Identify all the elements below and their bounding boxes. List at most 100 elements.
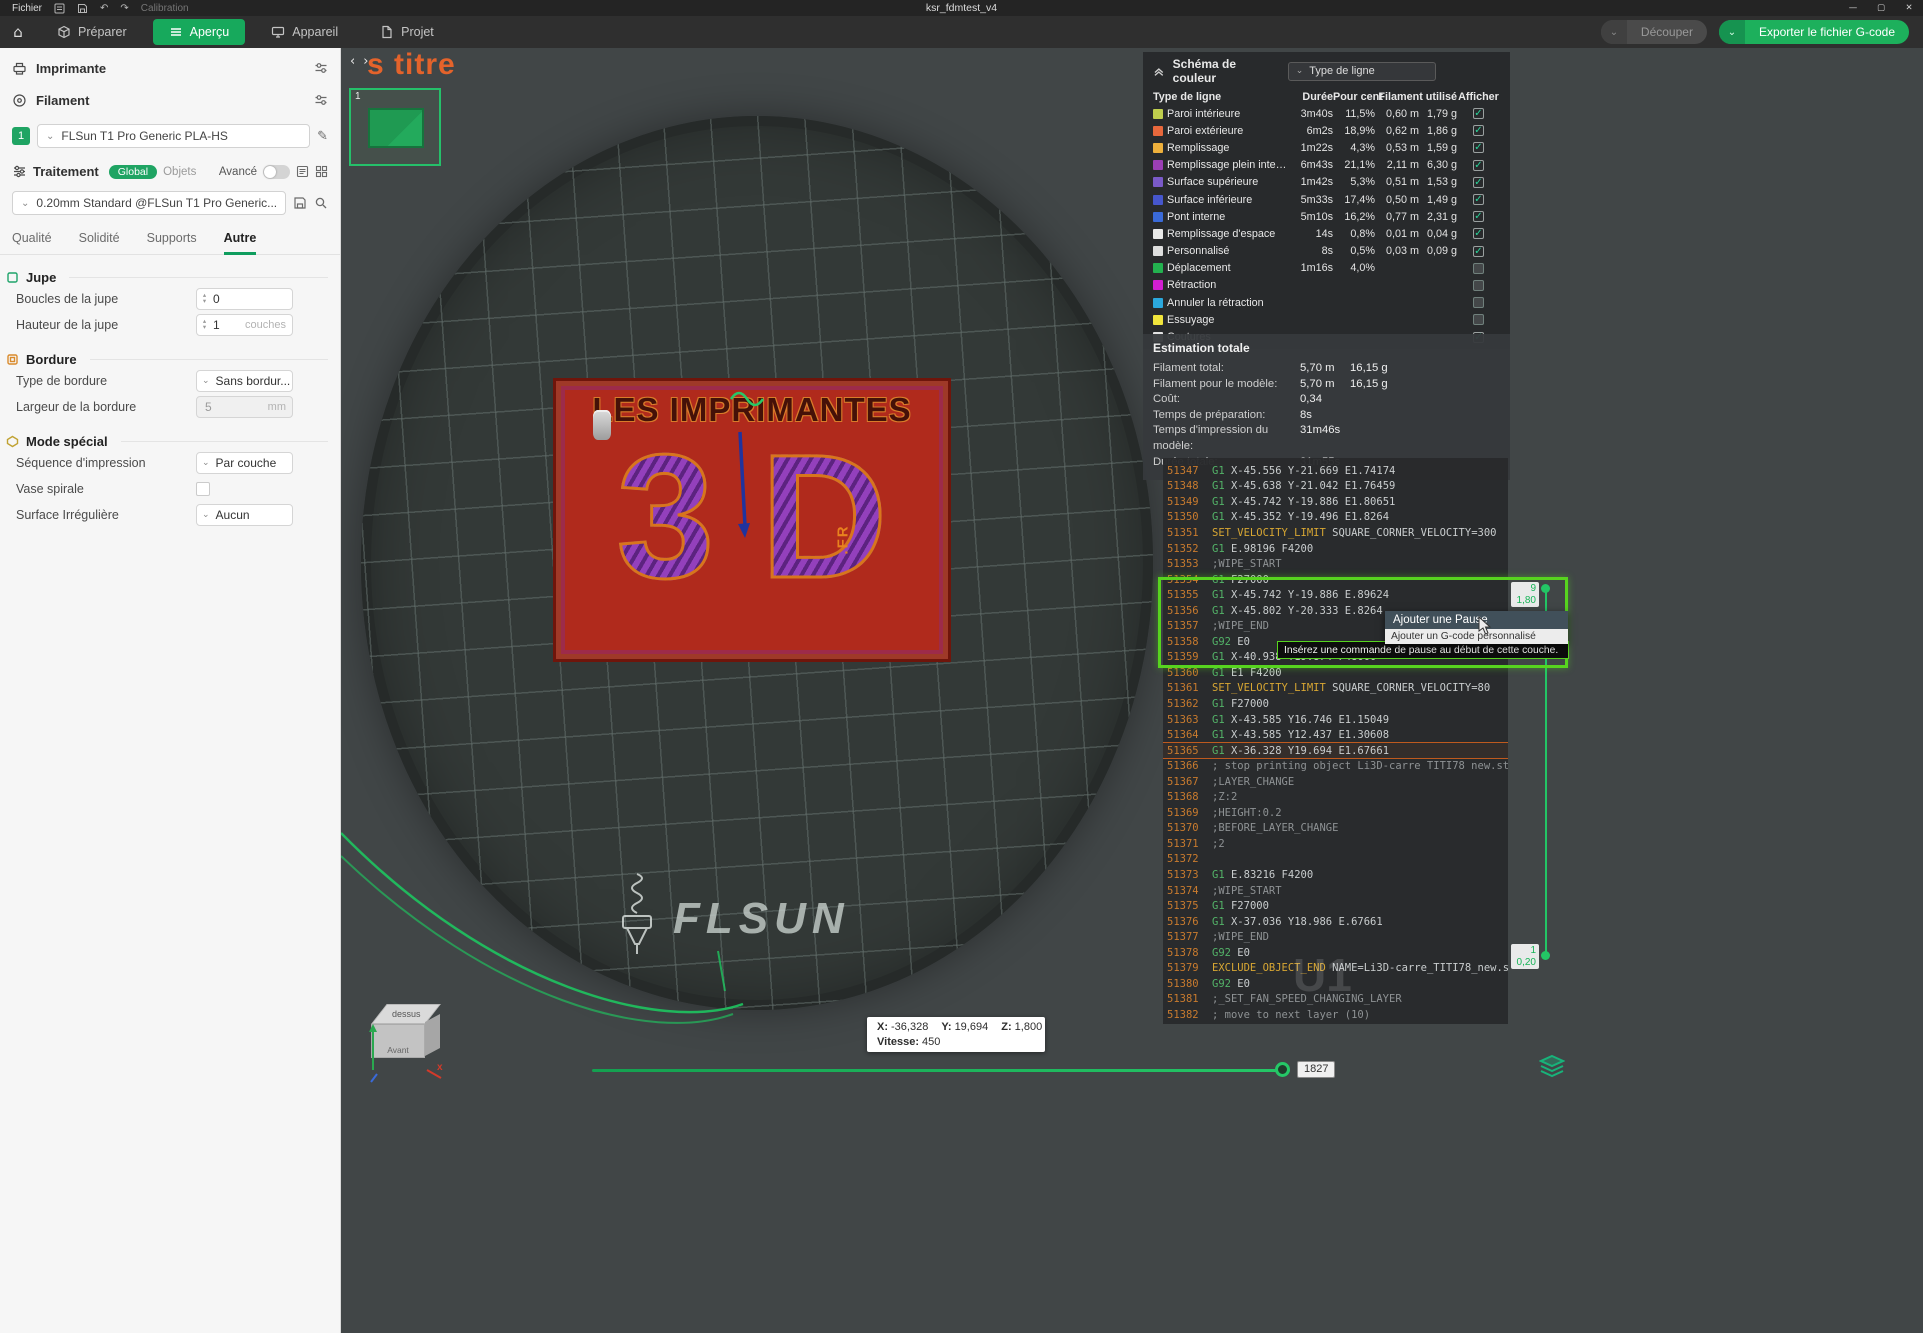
printed-object[interactable]: LES IMPRIMANTES 3 D .FR	[553, 378, 951, 662]
filament-preset-select[interactable]: ⌄ FLSun T1 Pro Generic PLA-HS	[37, 124, 311, 148]
tab-projet[interactable]: Projet	[364, 19, 450, 45]
tab-preparer[interactable]: Préparer	[41, 19, 143, 45]
process-list-icon[interactable]	[296, 165, 309, 178]
cube-front-face[interactable]: Avant	[371, 1024, 425, 1058]
visibility-checkbox[interactable]: ✓	[1473, 142, 1484, 154]
visibility-checkbox[interactable]: ✓	[1473, 108, 1484, 120]
view-list-icon[interactable]	[54, 3, 65, 14]
save-preset-icon[interactable]	[293, 196, 307, 210]
process-preset-row: ⌄ 0.20mm Standard @FLSun T1 Pro Generic.…	[0, 191, 340, 215]
gcode-line[interactable]: 51350 G1 X-45.352 Y-19.496 E1.8264	[1163, 510, 1508, 526]
move-slider-handle[interactable]	[1275, 1062, 1290, 1077]
view-type-dropdown[interactable]: ⌄ Type de ligne	[1287, 61, 1436, 81]
gcode-line[interactable]: 51365 G1 X-36.328 Y19.694 E1.67661	[1163, 741, 1508, 760]
gcode-line[interactable]: 51368 ;Z:2	[1163, 789, 1508, 805]
visibility-checkbox[interactable]: ✓	[1473, 245, 1484, 257]
print-sequence-select[interactable]: ⌄ Par couche	[196, 451, 293, 474]
gcode-line[interactable]: 51382; move to next layer (10)	[1163, 1007, 1508, 1023]
layer-slider-bottom-handle[interactable]	[1541, 951, 1550, 960]
search-preset-icon[interactable]	[314, 196, 328, 210]
device-monitor-icon	[272, 26, 285, 38]
subtab-autre[interactable]: Autre	[223, 231, 257, 255]
gcode-line[interactable]: 51361 SET_VELOCITY_LIMIT SQUARE_CORNER_VE…	[1163, 681, 1508, 697]
visibility-checkbox[interactable]: ✓	[1473, 159, 1484, 171]
slice-dropdown-icon[interactable]: ⌄	[1600, 20, 1627, 44]
layers-view-icon[interactable]	[1539, 1054, 1565, 1078]
objects-toggle-label[interactable]: Objets	[163, 166, 196, 178]
process-grid-icon[interactable]	[315, 165, 328, 178]
menu-fichier[interactable]: Fichier	[12, 3, 42, 14]
gcode-line[interactable]: 51372	[1163, 852, 1508, 868]
visibility-checkbox[interactable]: ✓	[1473, 228, 1484, 240]
global-pill[interactable]: Global	[108, 164, 158, 179]
spiral-vase-checkbox[interactable]	[196, 481, 210, 496]
visibility-checkbox[interactable]	[1473, 279, 1484, 291]
collapse-panel-icon[interactable]	[1153, 65, 1165, 77]
visibility-checkbox[interactable]	[1473, 297, 1484, 309]
subtab-solidite[interactable]: Solidité	[79, 231, 120, 255]
gcode-line[interactable]: 51373 G1 E.83216 F4200	[1163, 867, 1508, 883]
viewport-3d[interactable]: s titre ‹ › 1 LES IMPRIMANTES 3 D .FR FL…	[341, 48, 1923, 1333]
tab-appareil[interactable]: Appareil	[255, 19, 354, 45]
brim-type-select[interactable]: ⌄ Sans bordur...	[196, 369, 293, 392]
gcode-line-number: 51351	[1167, 526, 1199, 539]
printer-section-row[interactable]: Imprimante	[0, 56, 340, 80]
gcode-line[interactable]: 51374 ;WIPE_START	[1163, 883, 1508, 899]
gcode-line[interactable]: 51376 G1 X-37.036 Y18.986 E.67661	[1163, 914, 1508, 930]
gcode-line[interactable]: 51364 G1 X-43.585 Y12.437 E1.30608	[1163, 727, 1508, 743]
visibility-checkbox[interactable]: ✓	[1473, 125, 1484, 137]
home-tab[interactable]: ⌂	[0, 23, 36, 41]
gcode-viewer-panel[interactable]: 51347 G1 X-45.556 Y-21.669 E1.74174 51348 G…	[1163, 458, 1508, 1024]
subtab-supports[interactable]: Supports	[147, 231, 197, 255]
gcode-line[interactable]: 51348 G1 X-45.638 Y-21.042 E1.76459	[1163, 479, 1508, 495]
menu-calibration[interactable]: Calibration	[141, 3, 189, 14]
skirt-loops-input[interactable]: ▴ ▾ 0	[196, 287, 293, 310]
move-slider-track[interactable]	[592, 1069, 1290, 1072]
redo-icon[interactable]: ↷	[120, 3, 128, 14]
gcode-line[interactable]: 51351 SET_VELOCITY_LIMIT SQUARE_CORNER_VE…	[1163, 525, 1508, 541]
minimize-button[interactable]: —	[1839, 0, 1867, 16]
slice-button[interactable]: ⌄ Découper	[1600, 20, 1707, 44]
maximize-button[interactable]: ▢	[1867, 0, 1895, 16]
hover-coordinates-tooltip: X: -36,328 Y: 19,694 Z: 1,800 Vitesse: 450	[867, 1017, 1045, 1052]
filament-section-row[interactable]: Filament	[0, 88, 340, 112]
subtab-qualite[interactable]: Qualité	[12, 231, 52, 255]
visibility-checkbox[interactable]: ✓	[1473, 211, 1484, 223]
gcode-line[interactable]: 51363 G1 X-43.585 Y16.746 E1.15049	[1163, 712, 1508, 728]
advanced-toggle[interactable]	[263, 164, 290, 179]
close-button[interactable]: ✕	[1895, 0, 1923, 16]
orientation-cube[interactable]: dessus Avant x	[367, 1000, 447, 1086]
process-preset-select[interactable]: ⌄ 0.20mm Standard @FLSun T1 Pro Generic.…	[12, 191, 286, 215]
export-gcode-button[interactable]: ⌄ Exporter le fichier G-code	[1718, 20, 1909, 44]
filament-settings-icon[interactable]	[314, 93, 328, 107]
tab-apercu[interactable]: Aperçu	[152, 19, 246, 45]
visibility-checkbox[interactable]: ✓	[1473, 194, 1484, 206]
visibility-checkbox[interactable]: ✓	[1473, 176, 1484, 188]
gcode-line[interactable]: 51375 G1 F27000	[1163, 898, 1508, 914]
fuzzy-skin-select[interactable]: ⌄ Aucun	[196, 503, 293, 526]
plate-thumbnail[interactable]: 1	[349, 88, 441, 166]
printer-settings-icon[interactable]	[314, 61, 328, 75]
gcode-line[interactable]: 51362 G1 F27000	[1163, 696, 1508, 712]
gcode-line[interactable]: 51369 ;HEIGHT:0.2	[1163, 805, 1508, 821]
gcode-line[interactable]: 51377 ;WIPE_END	[1163, 929, 1508, 945]
visibility-checkbox[interactable]	[1473, 262, 1484, 274]
gcode-line[interactable]: 51370 ;BEFORE_LAYER_CHANGE	[1163, 821, 1508, 837]
gcode-line[interactable]: 51367 ;LAYER_CHANGE	[1163, 774, 1508, 790]
skirt-height-input[interactable]: ▴ ▾ 1 couches	[196, 313, 293, 336]
cube-side-face[interactable]	[425, 1014, 440, 1056]
line-type-label: Paroi extérieure	[1167, 124, 1244, 137]
gcode-line[interactable]: 51349 G1 X-45.742 Y-19.886 E1.80651	[1163, 494, 1508, 510]
edit-filament-icon[interactable]: ✎	[317, 129, 328, 144]
visibility-checkbox[interactable]	[1473, 314, 1484, 326]
next-plate-icon[interactable]: ›	[363, 54, 368, 69]
gcode-line[interactable]: 51353 ;WIPE_START	[1163, 556, 1508, 572]
gcode-line[interactable]: 51371 ;2	[1163, 836, 1508, 852]
undo-icon[interactable]: ↶	[100, 3, 108, 14]
gcode-line[interactable]: 51347 G1 X-45.556 Y-21.669 E1.74174	[1163, 463, 1508, 479]
gcode-line[interactable]: 51352 G1 E.98196 F4200	[1163, 541, 1508, 557]
export-dropdown-icon[interactable]: ⌄	[1718, 20, 1745, 44]
gcode-line[interactable]: 51366; stop printing object Li3D-carre T…	[1163, 758, 1508, 774]
save-icon[interactable]	[77, 3, 88, 14]
prev-plate-icon[interactable]: ‹	[350, 54, 355, 69]
